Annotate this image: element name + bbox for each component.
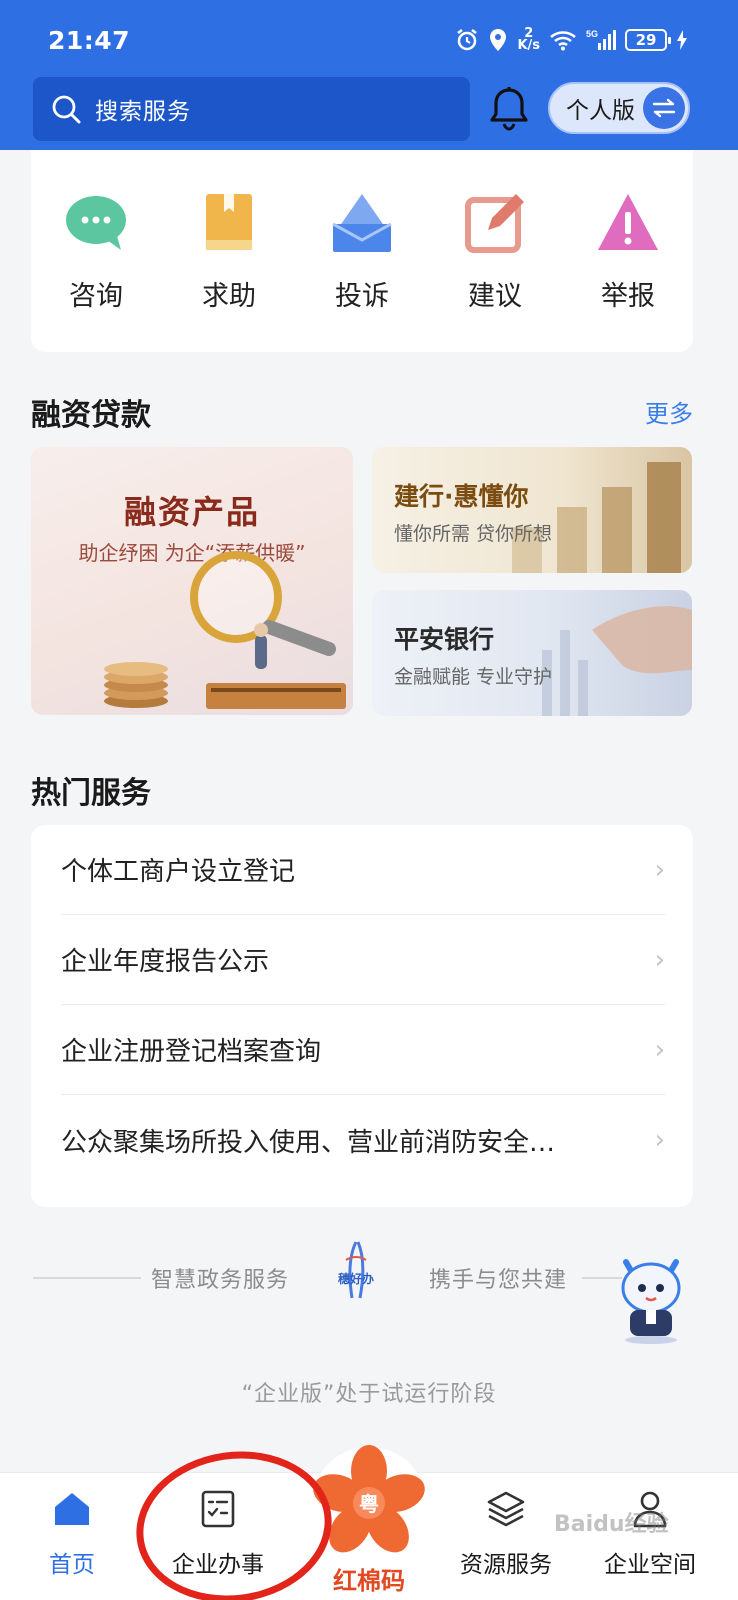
list-item[interactable]: 企业注册登记档案查询 › xyxy=(61,1005,665,1095)
chevron-right-icon: › xyxy=(654,1125,665,1155)
service-report[interactable]: 举报 xyxy=(573,190,683,313)
hot-services-list: 个体工商户设立登记 › 企业年度报告公示 › 企业注册登记档案查询 › 公众聚集… xyxy=(31,825,693,1207)
slogan-right: 携手与您共建 xyxy=(429,1268,568,1293)
service-consult[interactable]: 咨询 xyxy=(41,190,151,313)
service-label: 举报 xyxy=(601,281,655,312)
battery-indicator: 29 xyxy=(625,29,671,51)
financing-title: 融资贷款 xyxy=(31,398,151,433)
net-speed: 2 K/s xyxy=(517,26,540,53)
wifi-icon xyxy=(550,31,576,51)
quick-services-card: 咨询 求助 投诉 建议 举报 xyxy=(31,150,693,352)
banner-title: 平安银行 xyxy=(394,625,495,654)
magnifier-coins-illustration xyxy=(104,551,346,709)
search-icon xyxy=(52,95,81,124)
service-label: 建议 xyxy=(468,281,522,312)
service-label: 咨询 xyxy=(69,281,123,312)
hot-services-title: 热门服务 xyxy=(31,776,151,811)
list-item-label: 公众聚集场所投入使用、营业前消防安全… xyxy=(61,1127,556,1158)
service-suggestion[interactable]: 建议 xyxy=(440,190,550,313)
warning-icon xyxy=(598,194,658,250)
watermark: Baidu经验 xyxy=(554,1512,669,1537)
pingan-bank-banner[interactable]: 平安银行 金融赋能 专业守护 xyxy=(372,590,692,716)
service-complaint[interactable]: 投诉 xyxy=(307,190,417,313)
svg-text:粤: 粤 xyxy=(359,1492,379,1516)
location-icon xyxy=(490,29,507,51)
banner-title: 建行·惠懂你 xyxy=(394,482,529,511)
envelope-icon xyxy=(332,194,392,252)
service-help[interactable]: 求助 xyxy=(174,190,284,313)
financing-more-link[interactable]: 更多 xyxy=(645,394,693,429)
search-box[interactable]: 搜索服务 xyxy=(33,77,470,141)
suihaoban-logo: 穗好办 xyxy=(328,1240,384,1316)
book-icon xyxy=(206,194,252,250)
list-item-label: 企业年度报告公示 xyxy=(61,947,270,977)
version-label: 个人版 xyxy=(566,98,635,124)
layers-icon xyxy=(487,1491,525,1527)
chevron-right-icon: › xyxy=(654,1034,665,1065)
list-item[interactable]: 企业年度报告公示 › xyxy=(61,915,665,1005)
swap-icon xyxy=(643,87,685,129)
service-label: 求助 xyxy=(202,281,256,312)
home-icon xyxy=(55,1493,89,1525)
bell-icon[interactable] xyxy=(488,86,530,132)
status-icons: 2 K/s 5G 29 xyxy=(455,26,688,53)
service-label: 投诉 xyxy=(335,281,389,312)
status-bar: 21:47 2 K/s 5G 29 xyxy=(0,20,738,64)
list-item-label: 企业注册登记档案查询 xyxy=(61,1037,322,1067)
nav-home-label: 首页 xyxy=(49,1552,95,1578)
chevron-right-icon: › xyxy=(654,854,665,885)
search-placeholder: 搜索服务 xyxy=(95,99,191,125)
financing-products-banner[interactable]: 融资产品 助企纾困 为企“添薪供暖” xyxy=(31,447,353,715)
nav-resources-label: 资源服务 xyxy=(460,1552,552,1578)
charging-icon xyxy=(677,30,687,50)
version-toggle-button[interactable]: 个人版 xyxy=(548,82,690,134)
slogan-left: 智慧政务服务 xyxy=(151,1268,290,1293)
chat-bubble-icon xyxy=(66,196,126,250)
status-time: 21:47 xyxy=(48,26,131,55)
ccb-loan-banner[interactable]: 建行·惠懂你 懂你所需 贷你所想 xyxy=(372,447,692,573)
nav-home[interactable]: 首页 xyxy=(12,1487,132,1579)
trial-run-note: “企业版”处于试运行阶段 xyxy=(241,1382,497,1407)
top-header: 21:47 2 K/s 5G 29 搜索服务 个人版 xyxy=(0,0,738,150)
logo-text: 穗好办 xyxy=(337,1272,374,1286)
alarm-icon xyxy=(457,29,478,51)
nav-center-label: 红棉码 xyxy=(333,1567,405,1595)
list-item[interactable]: 个体工商户设立登记 › xyxy=(61,825,665,915)
chevron-right-icon: › xyxy=(654,944,665,975)
banner-subtitle: 金融赋能 专业守护 xyxy=(394,666,553,688)
mascot-icon[interactable] xyxy=(616,1248,686,1344)
svg-text:5G: 5G xyxy=(586,29,598,39)
list-item[interactable]: 公众聚集场所投入使用、营业前消防安全… › xyxy=(61,1095,665,1185)
nav-space-label: 企业空间 xyxy=(604,1552,696,1578)
signal-icon: 5G xyxy=(586,29,616,50)
list-item-label: 个体工商户设立登记 xyxy=(61,857,296,887)
banner-subtitle: 懂你所需 贷你所想 xyxy=(394,523,553,545)
nav-resources[interactable]: 资源服务 xyxy=(446,1487,566,1579)
edit-icon xyxy=(465,194,524,253)
divider xyxy=(33,1277,141,1279)
